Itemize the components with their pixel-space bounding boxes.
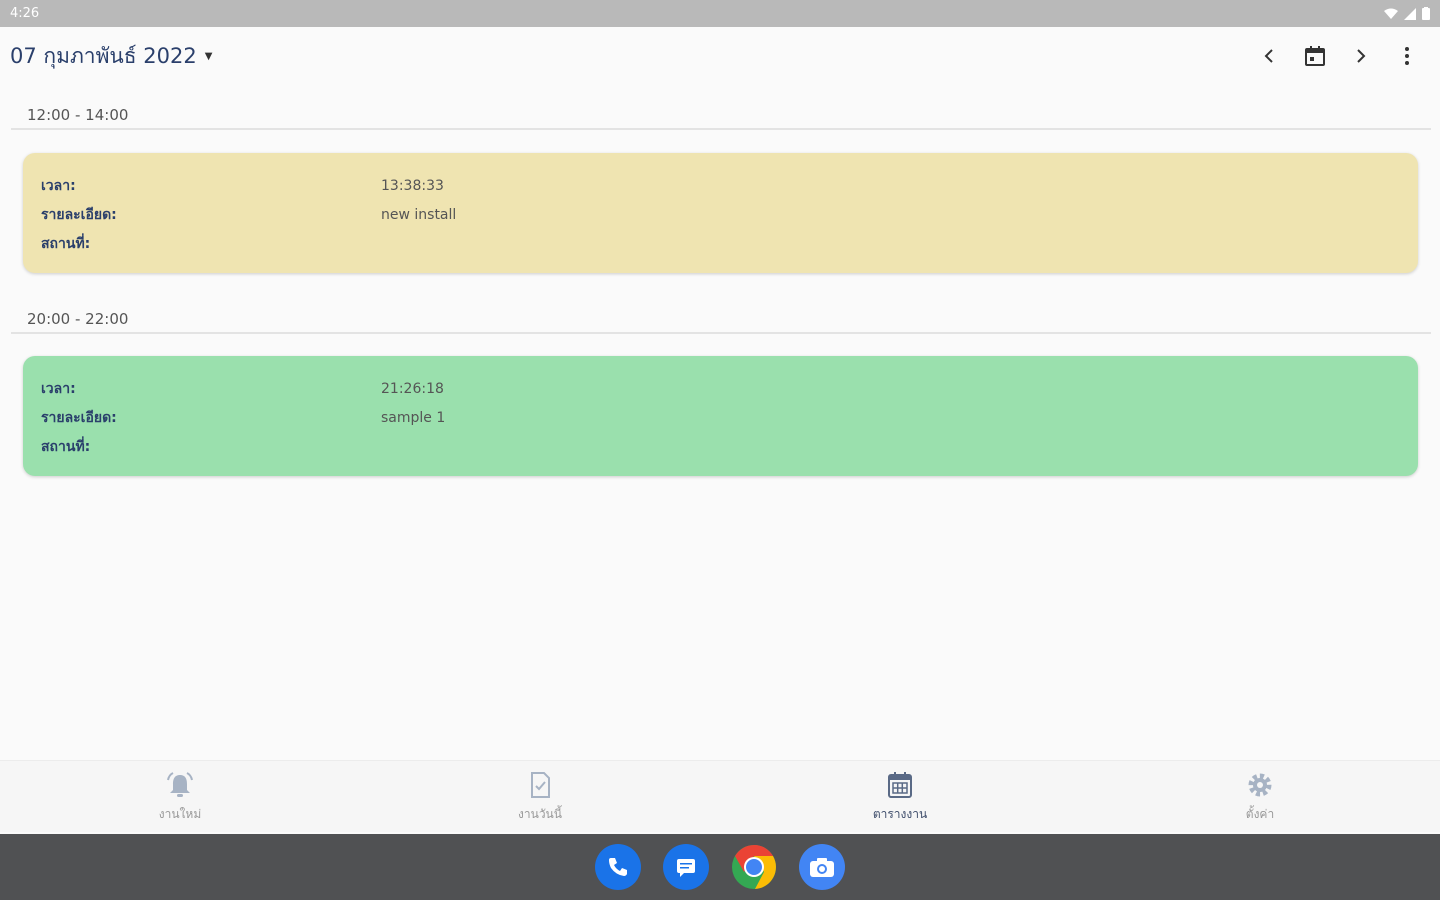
status-icons	[1384, 7, 1430, 20]
wifi-icon	[1384, 8, 1398, 19]
task-card[interactable]: เวลา: 21:26:18 รายละเอียด: sample 1 สถานที…	[23, 356, 1418, 476]
detail-value: new install	[381, 207, 457, 223]
camera-icon	[810, 858, 834, 877]
status-bar: 4:26	[0, 0, 1440, 27]
more-vert-icon	[1405, 47, 1409, 65]
time-value: 13:38:33	[381, 178, 444, 194]
phone-app[interactable]	[595, 844, 641, 890]
task-detail-row: รายละเอียด: sample 1	[41, 407, 445, 429]
chevron-right-icon	[1357, 49, 1366, 63]
time-label: เวลา:	[41, 178, 76, 194]
chrome-app[interactable]	[731, 844, 777, 890]
task-place-row: สถานที่:	[41, 436, 381, 458]
bottom-navigation: งานใหม่ งานวันนี้ ตารางงาน ตั้งค่า	[0, 760, 1440, 832]
chevron-left-icon	[1264, 49, 1273, 63]
time-range-header: 12:00 - 14:00	[11, 94, 1431, 130]
nav-item-today-task[interactable]: งานวันนี้	[360, 761, 720, 832]
battery-icon	[1422, 7, 1430, 20]
task-card[interactable]: เวลา: 13:38:33 รายละเอียด: new install สถา…	[23, 153, 1418, 273]
calendar-icon	[884, 769, 916, 801]
task-place-row: สถานที่:	[41, 233, 381, 255]
camera-app[interactable]	[799, 844, 845, 890]
messages-icon	[677, 859, 695, 877]
status-time: 4:26	[10, 6, 40, 21]
time-range-label: 20:00 - 22:00	[27, 310, 129, 328]
date-title: 07 กุมภาพันธ์ 2022	[10, 43, 197, 68]
time-range-label: 12:00 - 14:00	[27, 106, 129, 124]
task-doc-icon	[524, 769, 556, 801]
nav-label: ตารางงาน	[872, 807, 928, 821]
phone-icon	[609, 858, 627, 876]
nav-label: งานวันนี้	[518, 807, 562, 821]
app-actions	[1246, 36, 1430, 76]
detail-label: รายละเอียด:	[41, 207, 117, 223]
app-bar: 07 กุมภาพันธ์ 2022 ▼	[0, 29, 1440, 83]
place-label: สถานที่:	[41, 439, 91, 455]
nav-label: ตั้งค่า	[1245, 807, 1275, 821]
nav-item-settings[interactable]: ตั้งค่า	[1080, 761, 1440, 832]
dropdown-caret-icon: ▼	[204, 50, 213, 62]
overflow-menu-button[interactable]	[1384, 36, 1430, 76]
gear-icon	[1244, 769, 1276, 801]
nav-item-new-task[interactable]: งานใหม่	[0, 761, 360, 832]
task-time-row: เวลา: 21:26:18	[41, 378, 444, 400]
time-range-header: 20:00 - 22:00	[11, 298, 1431, 334]
chrome-icon	[732, 845, 776, 889]
previous-day-button[interactable]	[1246, 36, 1292, 76]
today-button[interactable]	[1292, 36, 1338, 76]
nav-label: งานใหม่	[158, 807, 202, 821]
task-detail-row: รายละเอียด: new install	[41, 204, 456, 226]
detail-label: รายละเอียด:	[41, 410, 117, 426]
signal-icon	[1404, 7, 1416, 20]
time-value: 21:26:18	[381, 381, 444, 397]
next-day-button[interactable]	[1338, 36, 1384, 76]
messages-app[interactable]	[663, 844, 709, 890]
system-dock	[0, 834, 1440, 900]
place-label: สถานที่:	[41, 236, 91, 252]
detail-value: sample 1	[381, 410, 446, 426]
alarm-icon	[164, 769, 196, 801]
nav-item-schedule[interactable]: ตารางงาน	[720, 761, 1080, 832]
task-time-row: เวลา: 13:38:33	[41, 175, 444, 197]
time-label: เวลา:	[41, 381, 76, 397]
calendar-today-icon	[1305, 46, 1325, 66]
date-selector[interactable]: 07 กุมภาพันธ์ 2022 ▼	[10, 40, 212, 73]
